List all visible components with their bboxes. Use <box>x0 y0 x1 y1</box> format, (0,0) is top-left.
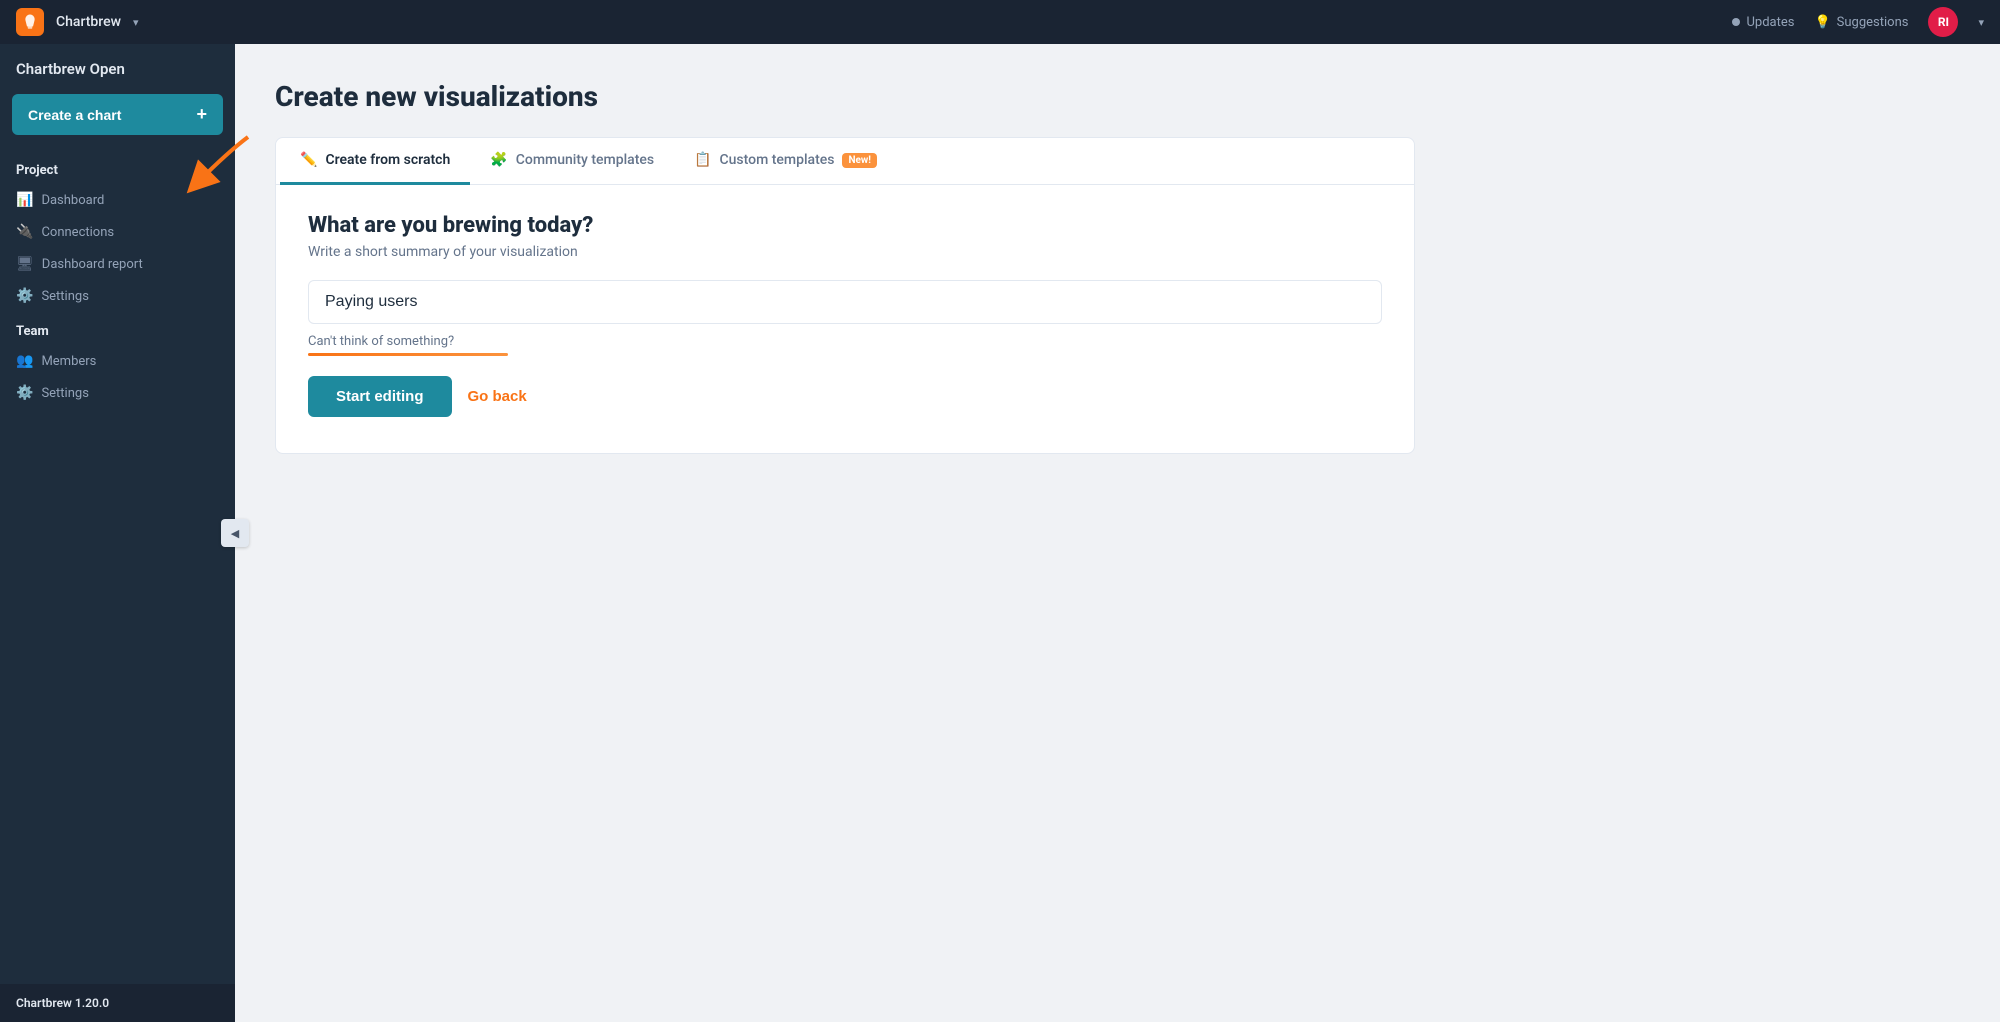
updates-label: Updates <box>1746 15 1794 30</box>
think-hint: Can't think of something? <box>308 334 1382 349</box>
page-title: Create new visualizations <box>275 80 1960 113</box>
tab-custom-templates-label: Custom templates <box>720 152 835 168</box>
sidebar-item-connections[interactable]: 🔌 Connections <box>0 216 235 248</box>
tabs-container: ✏️ Create from scratch 🧩 Community templ… <box>275 137 1415 454</box>
sidebar-item-members[interactable]: 👥 Members <box>0 345 235 377</box>
dashboard-report-icon: 🖥 <box>16 256 34 272</box>
sidebar-item-dashboard-report-label: Dashboard report <box>42 257 143 272</box>
suggestions-label: Suggestions <box>1837 15 1909 30</box>
tabs-header: ✏️ Create from scratch 🧩 Community templ… <box>276 138 1414 185</box>
puzzle-icon: 🧩 <box>490 152 507 168</box>
sidebar-item-members-label: Members <box>41 354 96 369</box>
create-chart-label: Create a chart <box>28 107 121 123</box>
topbar: Chartbrew ▾ Updates 💡 Suggestions RI ▾ <box>0 0 2000 44</box>
sidebar-item-project-settings[interactable]: ⚙️ Settings <box>0 280 235 312</box>
team-section-label: Team <box>0 312 235 345</box>
action-buttons: Start editing Go back <box>308 376 1382 417</box>
new-badge: New! <box>842 153 877 168</box>
main-layout: Chartbrew Open Create a chart + Project … <box>0 44 2000 1022</box>
sidebar-item-dashboard[interactable]: 📊 Dashboard <box>0 184 235 216</box>
members-icon: 👥 <box>16 353 33 369</box>
tab-create-from-scratch-label: Create from scratch <box>325 152 450 168</box>
think-hint-underline <box>308 353 508 356</box>
updates-dot <box>1732 18 1740 26</box>
topbar-right: Updates 💡 Suggestions RI ▾ <box>1732 7 1984 37</box>
start-editing-button[interactable]: Start editing <box>308 376 452 417</box>
think-hint-text: Can't think of something? <box>308 334 454 349</box>
sidebar-item-project-settings-label: Settings <box>41 289 88 304</box>
create-chart-button[interactable]: Create a chart + <box>12 94 223 135</box>
project-settings-icon: ⚙️ <box>16 288 33 304</box>
user-avatar[interactable]: RI <box>1928 7 1958 37</box>
go-back-button[interactable]: Go back <box>468 388 527 405</box>
suggestions-button[interactable]: 💡 Suggestions <box>1814 15 1908 30</box>
updates-button[interactable]: Updates <box>1732 15 1794 30</box>
pencil-icon: ✏️ <box>300 152 317 168</box>
copy-icon: 📋 <box>694 152 711 168</box>
sidebar-item-dashboard-report[interactable]: 🖥 Dashboard report <box>0 248 235 280</box>
tab-community-templates-label: Community templates <box>516 152 654 168</box>
collapse-icon: ◀ <box>231 527 239 540</box>
sidebar: Chartbrew Open Create a chart + Project … <box>0 44 235 1022</box>
team-settings-icon: ⚙️ <box>16 385 33 401</box>
sidebar-item-connections-label: Connections <box>41 225 114 240</box>
main-content: Create new visualizations ✏️ Create from… <box>235 44 2000 1022</box>
tab-create-from-scratch[interactable]: ✏️ Create from scratch <box>280 138 470 185</box>
tab-community-templates[interactable]: 🧩 Community templates <box>470 138 674 185</box>
app-version: Chartbrew 1.20.0 <box>0 984 235 1022</box>
avatar-dropdown-icon[interactable]: ▾ <box>1978 16 1984 29</box>
sidebar-item-team-settings-label: Settings <box>41 386 88 401</box>
sidebar-item-dashboard-label: Dashboard <box>41 193 104 208</box>
topbar-app-name: Chartbrew <box>56 14 121 30</box>
visualization-name-input[interactable] <box>308 280 1382 324</box>
dashboard-icon: 📊 <box>16 192 33 208</box>
lightbulb-icon: 💡 <box>1814 15 1830 30</box>
form-subtitle: Write a short summary of your visualizat… <box>308 244 1382 260</box>
connections-icon: 🔌 <box>16 224 33 240</box>
create-chart-plus-icon: + <box>196 104 207 125</box>
sidebar-collapse-button[interactable]: ◀ <box>221 519 249 547</box>
avatar-initials: RI <box>1938 15 1949 29</box>
app-logo <box>16 8 44 36</box>
tab-content: What are you brewing today? Write a shor… <box>276 185 1414 453</box>
topbar-dropdown-icon[interactable]: ▾ <box>133 16 139 29</box>
tab-custom-templates[interactable]: 📋 Custom templates New! <box>674 138 897 185</box>
sidebar-item-team-settings[interactable]: ⚙️ Settings <box>0 377 235 409</box>
form-title: What are you brewing today? <box>308 213 1382 238</box>
project-section-label: Project <box>0 151 235 184</box>
workspace-name: Chartbrew Open <box>0 44 235 86</box>
